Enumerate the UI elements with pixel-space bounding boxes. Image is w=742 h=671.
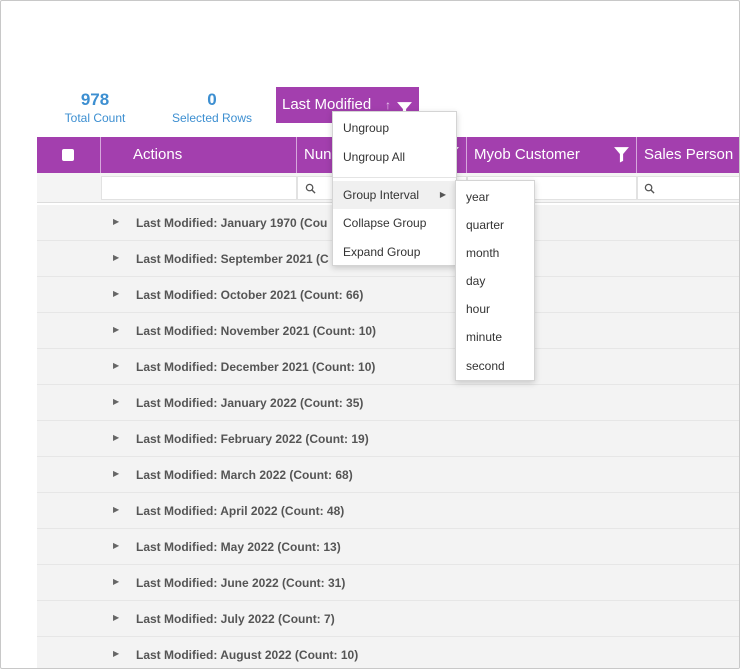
group-row[interactable]: ▶ Last Modified: May 2022 (Count: 13) xyxy=(37,529,739,565)
selected-rows-label: Selected Rows xyxy=(171,111,253,125)
column-divider xyxy=(466,137,467,173)
caret-right-icon[interactable]: ▶ xyxy=(113,253,119,262)
menu-item-ungroup[interactable]: Ungroup xyxy=(333,114,456,142)
caret-right-icon[interactable]: ▶ xyxy=(113,217,119,226)
group-row[interactable]: ▶ Last Modified: June 2022 (Count: 31) xyxy=(37,565,739,601)
total-count-stat: 978 Total Count xyxy=(59,90,131,126)
search-icon xyxy=(644,181,656,194)
group-row-label: Last Modified: July 2022 (Count: 7) xyxy=(136,612,335,626)
submenu-item-hour[interactable]: hour xyxy=(456,295,534,323)
group-row[interactable]: ▶ Last Modified: March 2022 (Count: 68) xyxy=(37,457,739,493)
submenu-item-month[interactable]: month xyxy=(456,239,534,267)
grid-window: 978 Total Count 0 Selected Rows Last Mod… xyxy=(0,0,740,669)
caret-right-icon[interactable]: ▶ xyxy=(113,469,119,478)
submenu-item-day[interactable]: day xyxy=(456,267,534,295)
selected-rows-value: 0 xyxy=(207,90,217,109)
column-divider xyxy=(636,137,637,173)
caret-right-icon: ▶ xyxy=(439,190,446,199)
group-row[interactable]: ▶ Last Modified: February 2022 (Count: 19… xyxy=(37,421,739,457)
actions-filter-input[interactable] xyxy=(101,176,297,200)
menu-divider xyxy=(333,177,456,178)
menu-item-collapse-group[interactable]: Collapse Group xyxy=(333,209,456,237)
group-row-label: Last Modified: January 2022 (Count: 35) xyxy=(136,396,364,410)
caret-right-icon[interactable]: ▶ xyxy=(113,361,119,370)
group-row[interactable]: ▶ Last Modified: January 2022 (Count: 35) xyxy=(37,385,739,421)
group-row-label: Last Modified: June 2022 (Count: 31) xyxy=(136,576,346,590)
total-count-value: 978 xyxy=(80,90,110,109)
group-row[interactable]: ▶ Last Modified: December 2021 (Count: 10… xyxy=(37,349,739,385)
group-interval-submenu: year quarter month day hour minute secon… xyxy=(455,180,535,381)
caret-right-icon[interactable]: ▶ xyxy=(113,289,119,298)
group-row-label: Last Modified: October 2021 (Count: 66) xyxy=(136,288,364,302)
menu-item-label: Group Interval xyxy=(343,188,420,202)
group-row-label: Last Modified: December 2021 (Count: 10) xyxy=(136,360,376,374)
caret-right-icon[interactable]: ▶ xyxy=(113,397,119,406)
caret-right-icon[interactable]: ▶ xyxy=(113,505,119,514)
group-context-menu: Ungroup Ungroup All Group Interval ▶ Col… xyxy=(332,111,457,266)
caret-right-icon[interactable]: ▶ xyxy=(113,649,119,658)
column-divider xyxy=(100,137,101,173)
total-count-label: Total Count xyxy=(64,111,126,125)
group-row-label: Last Modified: May 2022 (Count: 13) xyxy=(136,540,341,554)
group-row[interactable]: ▶ Last Modified: August 2022 (Count: 10) xyxy=(37,637,739,668)
group-row-label: Last Modified: November 2021 (Count: 10) xyxy=(136,324,377,338)
column-header-myob-customer[interactable]: Myob Customer xyxy=(474,137,614,173)
column-divider xyxy=(296,137,297,173)
submenu-item-minute[interactable]: minute xyxy=(456,323,534,351)
caret-right-icon[interactable]: ▶ xyxy=(113,613,119,622)
filter-icon[interactable] xyxy=(613,146,630,168)
group-row-label: Last Modified: September 2021 (C xyxy=(136,252,329,266)
group-row-label: Last Modified: August 2022 (Count: 10) xyxy=(136,648,359,662)
search-icon xyxy=(305,181,317,194)
submenu-item-second[interactable]: second xyxy=(456,352,534,380)
caret-right-icon[interactable]: ▶ xyxy=(113,577,119,586)
group-row-label: Last Modified: March 2022 (Count: 68) xyxy=(136,468,353,482)
group-rows-container: ▶ Last Modified: January 1970 (Cou ▶ Last M… xyxy=(37,205,739,668)
caret-right-icon[interactable]: ▶ xyxy=(113,541,119,550)
select-all-checkbox[interactable] xyxy=(62,149,74,161)
submenu-item-year[interactable]: year xyxy=(456,183,534,211)
menu-item-group-interval[interactable]: Group Interval ▶ xyxy=(333,181,456,209)
group-row-label: Last Modified: January 1970 (Cou xyxy=(136,216,328,230)
group-row[interactable]: ▶ Last Modified: November 2021 (Count: 10… xyxy=(37,313,739,349)
caret-right-icon[interactable]: ▶ xyxy=(113,325,119,334)
submenu-item-quarter[interactable]: quarter xyxy=(456,211,534,239)
group-row[interactable]: ▶ Last Modified: April 2022 (Count: 48) xyxy=(37,493,739,529)
group-row[interactable]: ▶ Last Modified: October 2021 (Count: 66) xyxy=(37,277,739,313)
group-row-label: Last Modified: April 2022 (Count: 48) xyxy=(136,504,345,518)
group-row-label: Last Modified: February 2022 (Count: 19) xyxy=(136,432,369,446)
menu-item-expand-group[interactable]: Expand Group xyxy=(333,238,456,266)
selected-rows-stat: 0 Selected Rows xyxy=(167,90,257,126)
column-header-actions[interactable]: Actions xyxy=(133,137,293,173)
menu-item-ungroup-all[interactable]: Ungroup All xyxy=(333,143,456,171)
column-header-sales-person[interactable]: Sales Person xyxy=(644,137,739,173)
caret-right-icon[interactable]: ▶ xyxy=(113,433,119,442)
group-row[interactable]: ▶ Last Modified: July 2022 (Count: 7) xyxy=(37,601,739,637)
